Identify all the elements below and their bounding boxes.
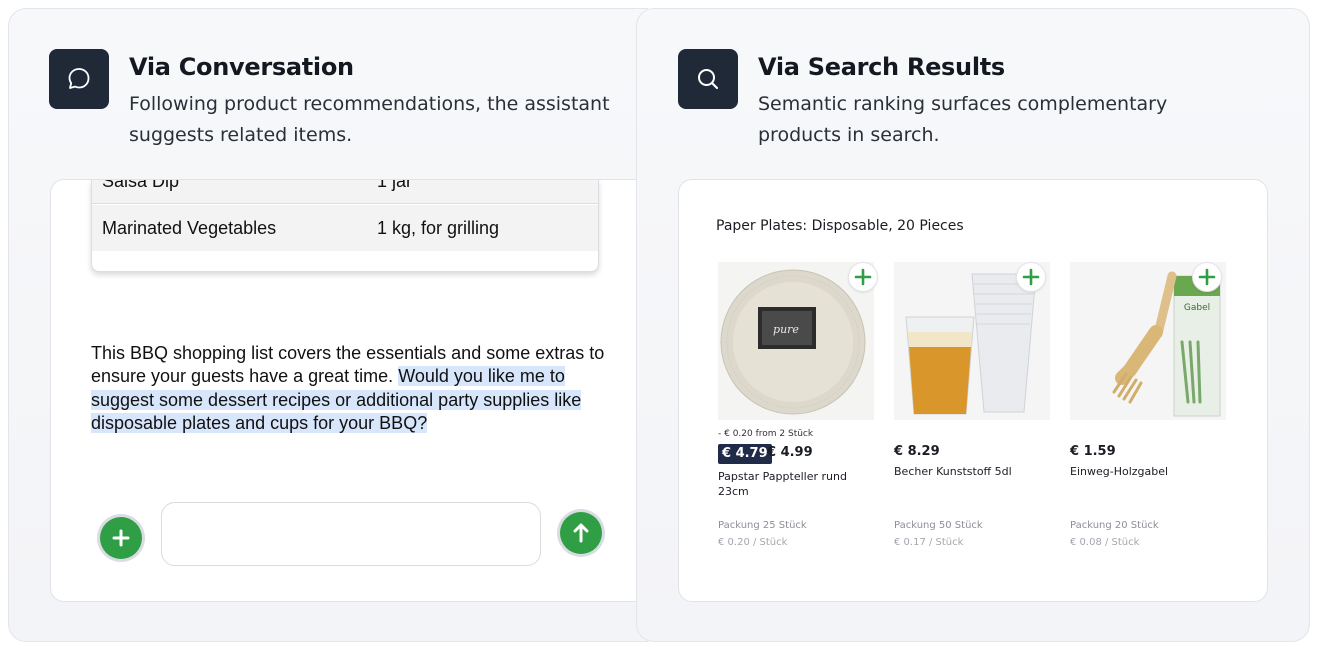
package-label: Gabel [1184, 303, 1210, 313]
product-name: Becher Kunststoff 5dl [894, 465, 1012, 478]
plus-icon [1198, 268, 1216, 286]
promo-note: - € 0.20 from 2 Stück [718, 429, 814, 439]
add-to-cart-button[interactable] [1192, 262, 1222, 292]
package-size: Packung 25 Stück [718, 520, 807, 531]
unit-price: € 0.08 / Stück [1070, 537, 1140, 548]
product-card[interactable]: Gabel € 1.59 Einweg-Holzgabel Packung 20… [1070, 262, 1242, 582]
panel-title: Via Conversation [129, 53, 354, 81]
send-button[interactable] [560, 512, 602, 554]
plus-icon [1022, 268, 1040, 286]
package-size: Packung 50 Stück [894, 520, 983, 531]
search-results-card: Paper Plates: Disposable, 20 Pieces pure [678, 179, 1268, 602]
arrow-up-icon [573, 523, 589, 543]
table-cell-item: Marinated Vegetables [102, 218, 277, 238]
chat-window: Salsa Dip 1 jar Marinated Vegetables 1 k… [50, 179, 648, 602]
product-name: Einweg-Holzgabel [1070, 465, 1169, 478]
message-input[interactable] [161, 502, 541, 566]
add-to-cart-button[interactable] [848, 262, 878, 292]
search-query: Paper Plates: Disposable, 20 Pieces [716, 218, 964, 234]
product-price: € 4.99 [767, 445, 813, 460]
panel-description: Following product recommendations, the a… [129, 93, 610, 146]
brand-label: pure [773, 323, 799, 336]
product-price: € 1.59 [1070, 444, 1116, 459]
add-to-cart-button[interactable] [1016, 262, 1046, 292]
search-panel: Via Search Results Semantic ranking surf… [636, 8, 1310, 642]
table-cell-qty: 1 kg, for grilling [377, 218, 500, 238]
package-size: Packung 20 Stück [1070, 520, 1159, 531]
chat-bubble-icon [49, 49, 109, 109]
product-name: Papstar Pappteller rund 23cm [718, 470, 847, 498]
sale-price-badge: € 4.79 [718, 444, 772, 464]
shopping-list-table: Salsa Dip 1 jar Marinated Vegetables 1 k… [91, 180, 599, 272]
table-row: Marinated Vegetables 1 kg, for grilling [92, 205, 598, 251]
assistant-message: This BBQ shopping list covers the essent… [91, 342, 611, 435]
product-price: € 8.29 [894, 444, 940, 459]
plus-icon [112, 529, 130, 547]
product-card[interactable]: € 8.29 Becher Kunststoff 5dl Packung 50 … [894, 262, 1066, 582]
conversation-panel: Via Conversation Following product recom… [8, 8, 648, 642]
panel-title: Via Search Results [758, 53, 1005, 81]
add-button[interactable] [100, 517, 142, 559]
search-icon [678, 49, 738, 109]
panel-description: Semantic ranking surfaces complementary … [758, 93, 1168, 146]
product-card[interactable]: pure - € 0.20 from 2 Stück € 4.79 € 4.99… [718, 262, 890, 582]
table-cell-item: Salsa Dip [102, 180, 180, 191]
unit-price: € 0.17 / Stück [894, 537, 964, 548]
table-row: Salsa Dip 1 jar [92, 180, 598, 204]
plus-icon [854, 268, 872, 286]
unit-price: € 0.20 / Stück [718, 537, 788, 548]
table-cell-qty: 1 jar [377, 180, 413, 191]
